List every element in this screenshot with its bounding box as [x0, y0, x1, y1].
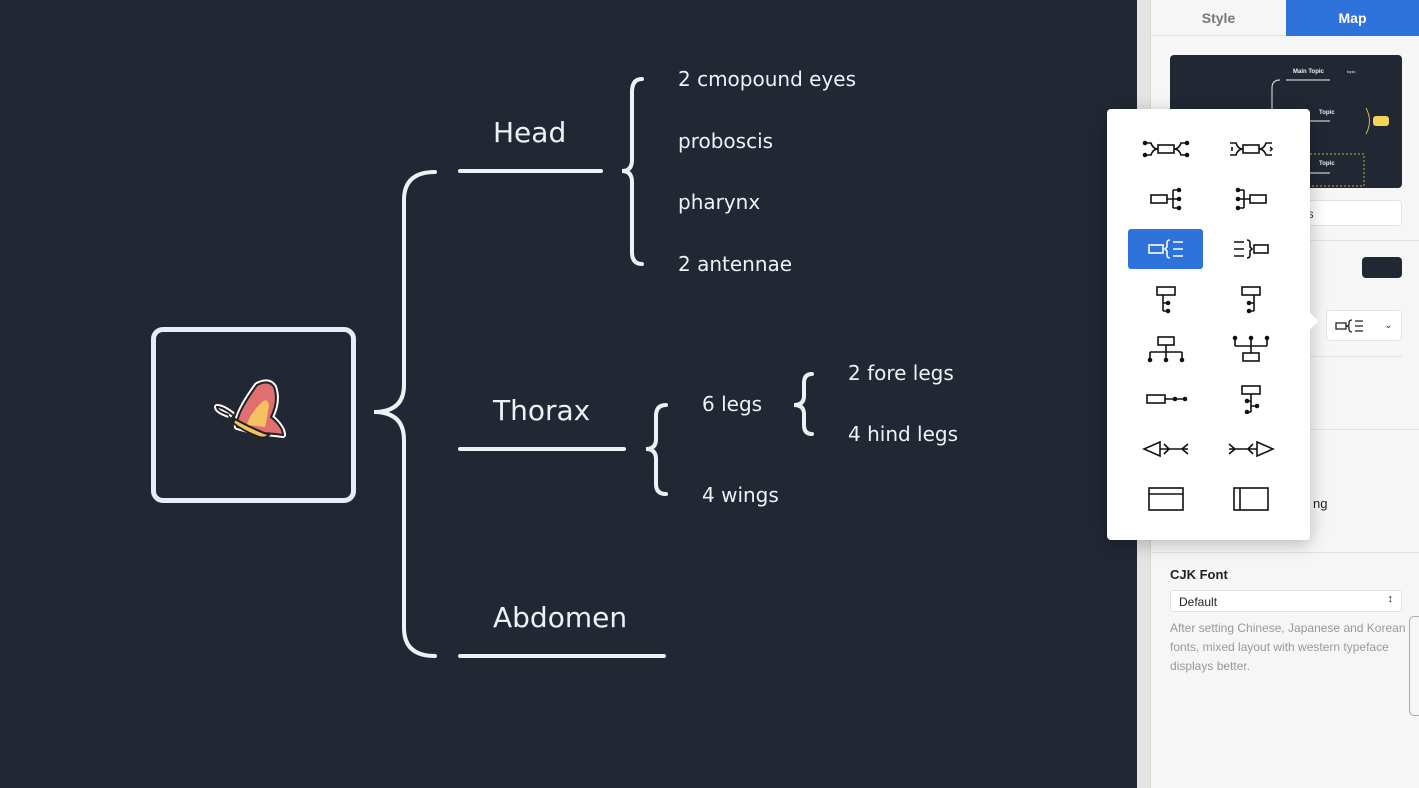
structure-option-tree-up[interactable]	[1213, 329, 1288, 369]
subtopic[interactable]: pharynx	[678, 190, 760, 214]
brace-left-structure-icon	[1233, 239, 1269, 259]
preview-main-topic: Main Topic	[1293, 69, 1324, 75]
subtopic[interactable]: 4 wings	[702, 483, 779, 507]
structure-option-mind-map-clockwise[interactable]	[1213, 129, 1288, 169]
matrix-row-structure-icon	[1147, 487, 1184, 511]
brace-right-structure-icon	[1335, 318, 1364, 333]
logic-right-structure-icon	[1149, 187, 1181, 211]
cjk-font-select[interactable]: Default ↕	[1170, 590, 1402, 612]
structure-option-org-chart-down-alt[interactable]	[1213, 279, 1288, 319]
structure-option-org-chart-down[interactable]	[1128, 279, 1203, 319]
structure-option-matrix-row[interactable]	[1128, 479, 1203, 519]
preview-subtopic: topic	[1347, 69, 1356, 74]
subtopic[interactable]: 2 fore legs	[848, 361, 954, 385]
structure-option-logic-left[interactable]	[1213, 179, 1288, 219]
structure-option-tree-down[interactable]	[1128, 329, 1203, 369]
cjk-font-value: Default	[1179, 595, 1218, 609]
preview-topic: Topic	[1319, 110, 1335, 116]
fishbone-right-structure-icon	[1227, 440, 1275, 458]
structure-option-fishbone-right[interactable]	[1213, 429, 1288, 469]
structure-option-tree-table[interactable]	[1213, 379, 1288, 419]
tree-up-structure-icon	[1232, 335, 1269, 362]
chevron-down-icon: ⌄	[1384, 320, 1393, 331]
tab-style[interactable]: Style	[1151, 0, 1286, 36]
tree-table-structure-icon	[1240, 385, 1261, 414]
cjk-font-label: CJK Font	[1170, 567, 1228, 582]
side-handle[interactable]	[1409, 616, 1419, 716]
structure-option-fishbone-left[interactable]	[1128, 429, 1203, 469]
logic-left-structure-icon	[1235, 187, 1267, 211]
background-color-swatch[interactable]	[1362, 257, 1402, 278]
structure-option-mind-map[interactable]	[1128, 129, 1203, 169]
structure-popover	[1107, 109, 1319, 540]
structure-option-matrix-column[interactable]	[1213, 479, 1288, 519]
topic-abdomen[interactable]: Abdomen	[493, 601, 627, 634]
subtopic[interactable]: 4 hind legs	[848, 422, 958, 446]
org-chart-down-structure-icon	[1155, 286, 1176, 314]
brace-right-structure-icon	[1147, 239, 1183, 259]
tab-map[interactable]: Map	[1286, 0, 1419, 36]
subtopic[interactable]: 2 antennae	[678, 252, 792, 276]
structure-select[interactable]: ⌄	[1326, 310, 1402, 341]
cjk-font-help: After setting Chinese, Japanese and Kore…	[1170, 621, 1406, 673]
central-topic[interactable]	[151, 327, 356, 503]
option-label-fragment: ng	[1313, 496, 1328, 511]
org-chart-down-alt-structure-icon	[1240, 286, 1261, 314]
topic-head[interactable]: Head	[493, 116, 566, 149]
structure-option-brace-right[interactable]	[1128, 229, 1203, 269]
matrix-column-structure-icon	[1232, 487, 1269, 511]
fishbone-left-structure-icon	[1141, 440, 1189, 458]
timeline-horizontal-structure-icon	[1145, 394, 1187, 404]
butterfly-icon	[213, 379, 286, 439]
subtopic[interactable]: proboscis	[678, 129, 773, 153]
mind-map-structure-icon	[1142, 140, 1189, 158]
mind-map-clockwise-structure-icon	[1229, 142, 1273, 156]
updown-chevron-icon: ↕	[1387, 593, 1394, 605]
structure-option-brace-left[interactable]	[1213, 229, 1288, 269]
structure-option-logic-right[interactable]	[1128, 179, 1203, 219]
structure-option-timeline-horizontal[interactable]	[1128, 379, 1203, 419]
subtopic[interactable]: 6 legs	[702, 392, 762, 416]
canvas[interactable]: Head Thorax Abdomen 2 cmopound eyes prob…	[0, 0, 1137, 788]
preview-topic: Topic	[1319, 161, 1335, 167]
topic-thorax[interactable]: Thorax	[493, 394, 590, 427]
tree-down-structure-icon	[1147, 336, 1184, 363]
subtopic[interactable]: 2 cmopound eyes	[678, 67, 856, 91]
